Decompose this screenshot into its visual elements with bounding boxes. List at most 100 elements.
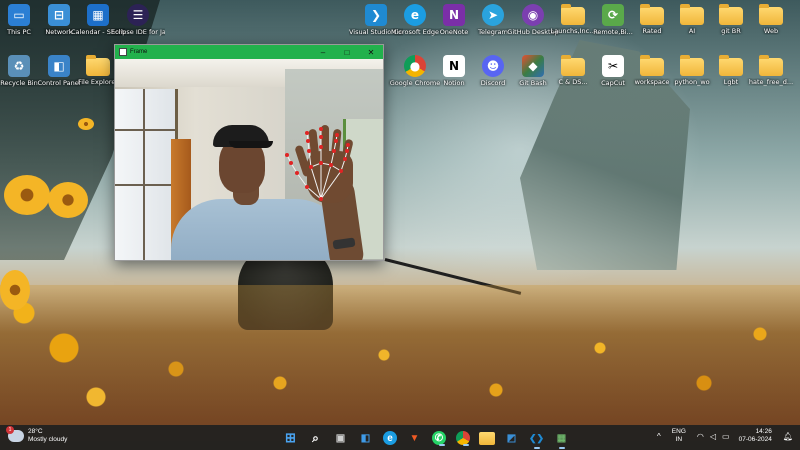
- telegram-icon: ➤: [482, 4, 504, 26]
- hand-landmarks-overlay: [285, 127, 350, 201]
- search-button[interactable]: ⌕: [306, 428, 326, 448]
- folder-icon: [719, 55, 743, 76]
- landmark-point: [305, 185, 309, 189]
- whatsapp-taskbar-button[interactable]: ✆: [432, 431, 446, 446]
- landmark-point: [309, 165, 313, 169]
- landmark-point: [306, 139, 310, 143]
- network-icon: ⊟: [48, 4, 70, 26]
- weather-temp: 28°C: [28, 428, 43, 435]
- wifi-icon[interactable]: ◠: [697, 432, 704, 441]
- landmark-point: [295, 171, 299, 175]
- window-titlebar[interactable]: Frame – □ ✕: [115, 45, 383, 59]
- git-bash-icon: ◆: [522, 55, 544, 77]
- landmark-point: [289, 161, 293, 165]
- taskbar: 1 28°C Mostly cloudy ⊞ ⌕ ▣ ◧ e ▼ ✆ ◩ ❮❯ …: [0, 425, 800, 450]
- landmark-point: [319, 161, 323, 165]
- discord-icon: ☻: [482, 55, 504, 77]
- wallpaper-flowers: [0, 285, 800, 425]
- landmark-point: [285, 153, 289, 157]
- landmark-point: [334, 139, 338, 143]
- language-code: ENG: [671, 428, 686, 435]
- clock-date: 07-06-2024: [738, 436, 772, 443]
- brave-taskbar-button[interactable]: ▼: [405, 428, 425, 448]
- landmark-point: [319, 197, 323, 201]
- chrome-taskbar-button[interactable]: [456, 431, 470, 446]
- task-view-button[interactable]: ▣: [331, 428, 351, 448]
- camera-frame-window[interactable]: Frame – □ ✕: [114, 44, 384, 261]
- landmark-line-palm: [310, 162, 342, 172]
- clock-time: 14:26: [755, 428, 772, 435]
- landmark-line-pinky: [320, 144, 349, 200]
- control-panel-icon: ◧: [48, 55, 70, 77]
- landmark-point: [345, 149, 349, 153]
- language-indicator[interactable]: ENG IN: [672, 428, 686, 444]
- notification-badge: 1: [6, 426, 14, 434]
- landmark-point: [319, 135, 323, 139]
- capcut-icon: ✂: [602, 55, 624, 77]
- window-title: Frame: [130, 49, 148, 55]
- eclipse-icon: ☰: [127, 4, 149, 26]
- folder-icon: [640, 55, 664, 76]
- wallpaper-flower: [0, 270, 30, 310]
- start-button[interactable]: ⊞: [281, 428, 301, 448]
- notion-icon: N: [443, 55, 465, 77]
- desktop-icon-eclipse[interactable]: ☰ Eclipse IDE for Java De...: [111, 4, 165, 36]
- widgets-button[interactable]: ◧: [356, 428, 376, 448]
- wallpaper-flower: [4, 175, 50, 215]
- wallpaper-flower: [48, 182, 88, 218]
- landmark-point: [319, 127, 323, 131]
- landmark-point: [319, 145, 323, 149]
- landmark-point: [305, 131, 309, 135]
- app-icon: [119, 48, 127, 56]
- folder-icon: [759, 4, 783, 25]
- desktop-folder[interactable]: Web: [744, 4, 798, 35]
- region-code: IN: [675, 436, 683, 443]
- remote-app-icon: ⟳: [602, 4, 624, 26]
- weather-condition: Mostly cloudy: [28, 436, 68, 443]
- calendar-icon: ▦: [87, 4, 109, 26]
- chevron-up-icon[interactable]: ^: [657, 432, 661, 441]
- system-tray: ^ ENG IN ◠ ◁ ▭ 14:26 07-06-2024 🔔︎: [654, 428, 796, 444]
- edge-icon: e: [404, 4, 426, 26]
- wallpaper-flower: [78, 118, 94, 130]
- file-explorer-taskbar-button[interactable]: [479, 432, 495, 445]
- landmark-point: [307, 149, 311, 153]
- recycle-bin-icon: ♻: [8, 55, 30, 77]
- landmark-point: [346, 143, 350, 147]
- folder-icon: [759, 55, 783, 76]
- landmark-point: [343, 157, 347, 161]
- landmark-point: [339, 169, 343, 173]
- volume-icon[interactable]: ◁: [710, 432, 716, 441]
- folder-icon: [561, 55, 585, 76]
- file-explorer-icon: [86, 55, 110, 76]
- folder-icon: [640, 4, 664, 25]
- landmark-point: [329, 163, 333, 167]
- folder-icon: [561, 4, 585, 25]
- onenote-icon: N: [443, 4, 465, 26]
- weather-text: 28°C Mostly cloudy: [28, 428, 67, 444]
- vscode-icon: ❯: [365, 4, 387, 26]
- taskbar-apps: ⊞ ⌕ ▣ ◧ e ▼ ✆ ◩ ❮❯ ▦: [278, 428, 574, 449]
- notification-bell-icon[interactable]: 🔔︎: [783, 432, 793, 441]
- cloud-icon: 1: [6, 426, 24, 442]
- landmark-point: [332, 149, 336, 153]
- battery-icon[interactable]: ▭: [722, 432, 730, 441]
- paint-taskbar-button[interactable]: ◩: [502, 428, 522, 448]
- folder-icon: [719, 4, 743, 25]
- github-desktop-icon: ◉: [522, 4, 544, 26]
- weather-widget[interactable]: 1 28°C Mostly cloudy: [6, 426, 67, 444]
- chrome-icon: ●: [404, 55, 426, 77]
- python-frame-taskbar-button[interactable]: ▦: [552, 428, 572, 449]
- computer-icon: ▭: [8, 4, 30, 26]
- clock[interactable]: 14:26 07-06-2024: [739, 428, 772, 444]
- edge-taskbar-button[interactable]: e: [383, 431, 397, 445]
- vscode-taskbar-button[interactable]: ❮❯: [527, 428, 547, 449]
- maximize-button[interactable]: □: [335, 48, 359, 57]
- desktop-folder[interactable]: hate_free_d...: [744, 55, 798, 86]
- folder-icon: [680, 55, 704, 76]
- close-button[interactable]: ✕: [359, 48, 383, 57]
- minimize-button[interactable]: –: [311, 48, 335, 57]
- landmark-point: [335, 133, 339, 137]
- folder-icon: [680, 4, 704, 25]
- camera-feed: [115, 59, 383, 260]
